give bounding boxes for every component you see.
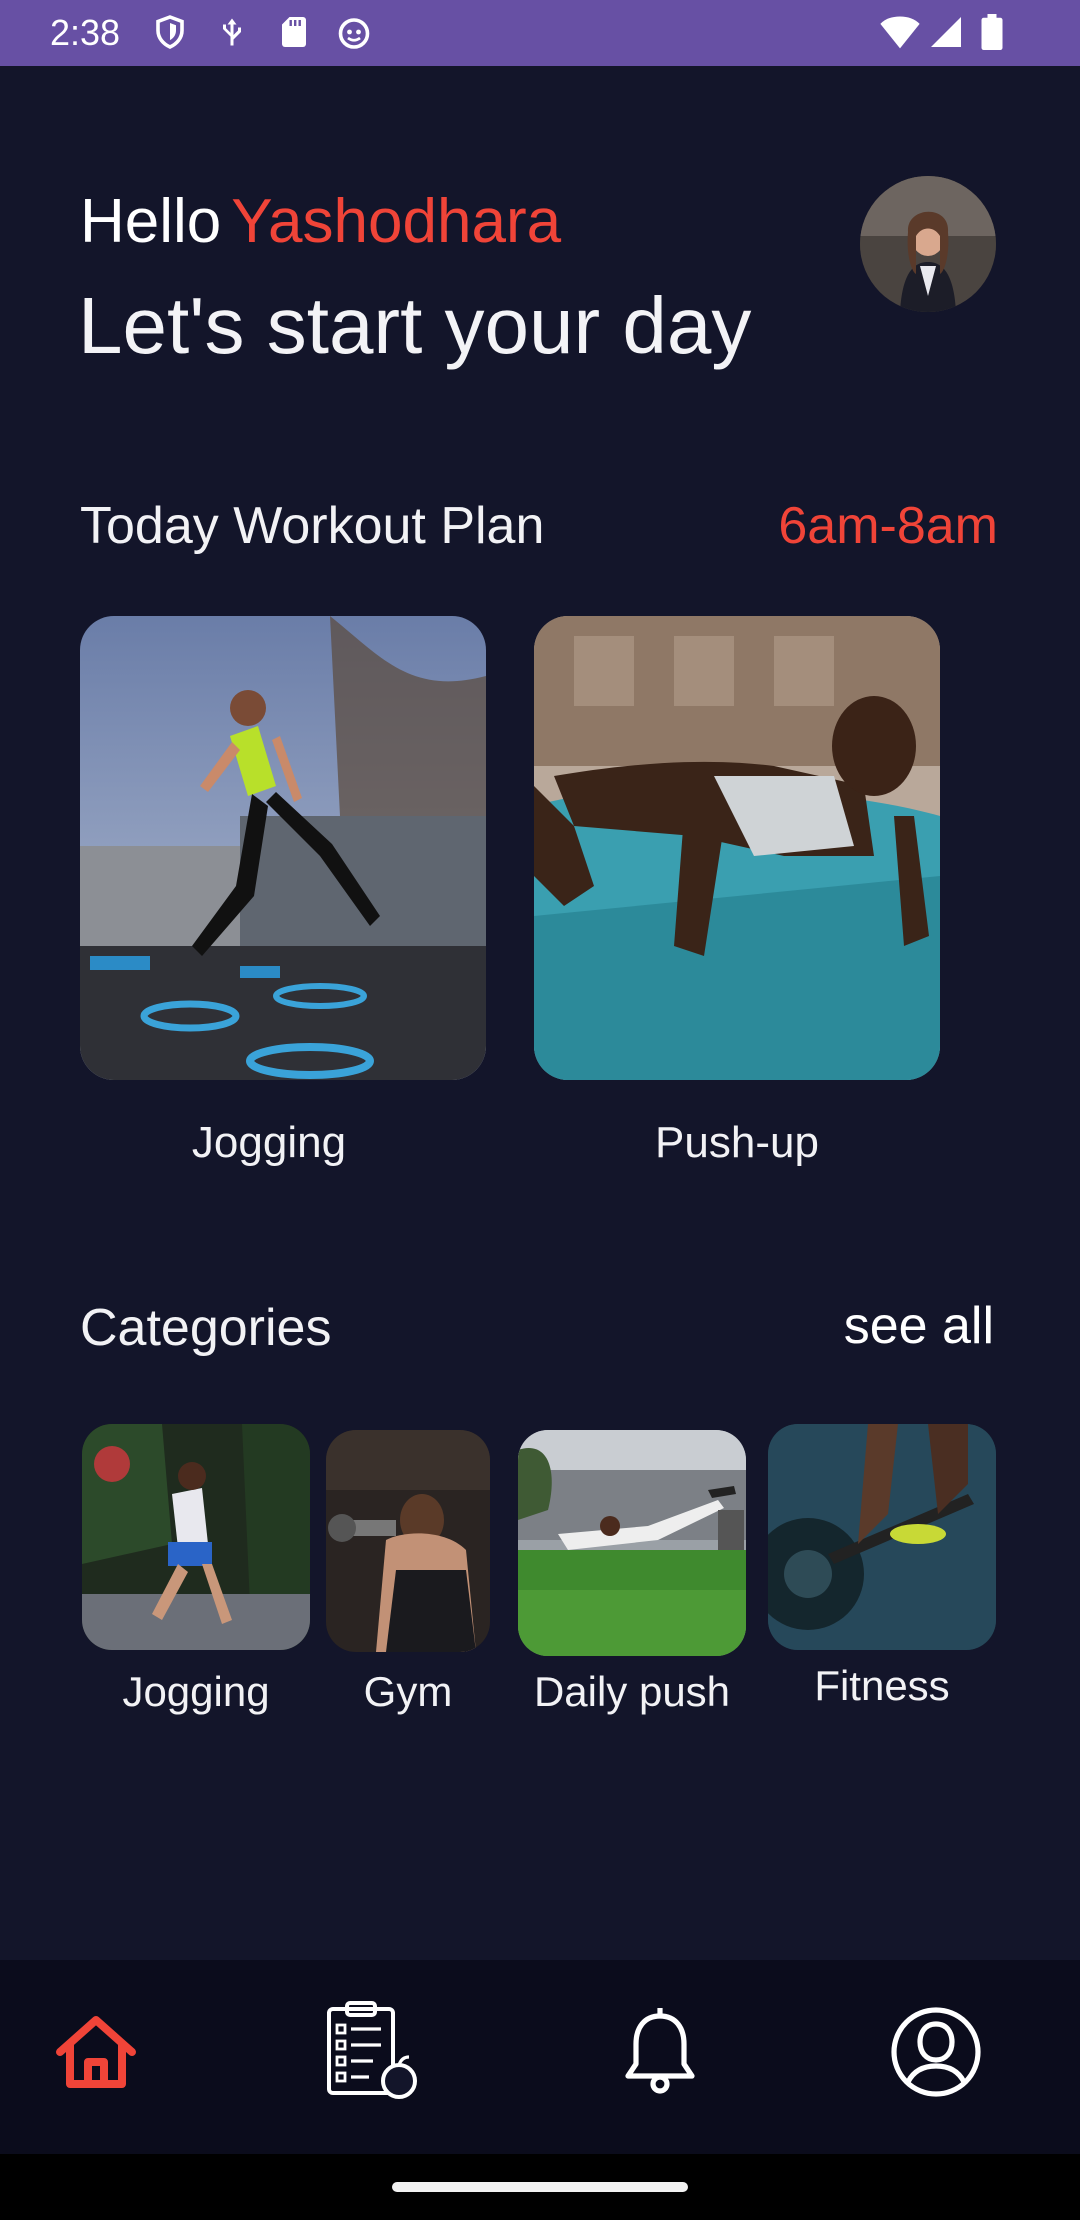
workout-card-label: Jogging — [191, 1118, 347, 1167]
android-bug-icon — [338, 18, 370, 49]
status-bar: 2:38 — [0, 0, 1080, 66]
battery-icon — [981, 14, 1003, 50]
woman-running-photo — [80, 616, 486, 1080]
greeting: Hello Yashodhara — [80, 186, 561, 257]
home-gesture-handle[interactable] — [392, 2182, 688, 2192]
sd-card-icon — [282, 17, 306, 47]
category-label: Daily push — [533, 1668, 731, 1715]
daily-push-photo — [518, 1430, 746, 1656]
shield-icon — [156, 15, 184, 49]
see-all-link[interactable]: see all — [844, 1296, 994, 1356]
user-name: Yashodhara — [231, 187, 562, 256]
workout-time-range: 6am-8am — [778, 497, 998, 555]
category-daily-push[interactable] — [518, 1430, 746, 1656]
man-pushup-photo — [534, 616, 940, 1080]
signal-icon — [931, 17, 961, 47]
wifi-icon — [880, 16, 920, 49]
gesture-bar — [0, 2154, 1080, 2220]
workout-plan-title: Today Workout Plan — [80, 497, 545, 555]
workout-card-label: Push-up — [655, 1118, 819, 1167]
nav-profile[interactable] — [876, 1992, 996, 2112]
nav-notifications[interactable] — [600, 1992, 720, 2112]
profile-icon — [891, 2007, 981, 2097]
categories-title: Categories — [80, 1299, 332, 1357]
avatar[interactable] — [860, 176, 996, 312]
page-headline: Let's start your day — [78, 281, 752, 370]
avatar-photo — [860, 176, 996, 312]
bottom-navigation — [0, 1960, 1080, 2154]
status-time: 2:38 — [50, 12, 121, 53]
category-fitness[interactable] — [768, 1424, 996, 1650]
workout-card-jogging[interactable] — [80, 616, 486, 1080]
home-icon — [56, 2016, 136, 2088]
category-jogging[interactable] — [82, 1424, 310, 1650]
workout-card-pushup[interactable] — [534, 616, 940, 1080]
bell-icon — [625, 2008, 695, 2094]
usb-icon — [223, 18, 241, 46]
nav-home[interactable] — [36, 1992, 156, 2112]
jogging-photo — [82, 1424, 310, 1650]
nav-diet-plan[interactable] — [312, 1992, 432, 2112]
clipboard-apple-icon — [327, 2001, 417, 2099]
category-label: Jogging — [122, 1668, 270, 1715]
category-gym[interactable] — [326, 1430, 490, 1652]
fitness-photo — [768, 1424, 996, 1650]
category-label: Gym — [363, 1668, 453, 1715]
category-label: Fitness — [814, 1662, 950, 1709]
greeting-hello: Hello — [80, 187, 222, 256]
gym-photo — [326, 1430, 490, 1652]
